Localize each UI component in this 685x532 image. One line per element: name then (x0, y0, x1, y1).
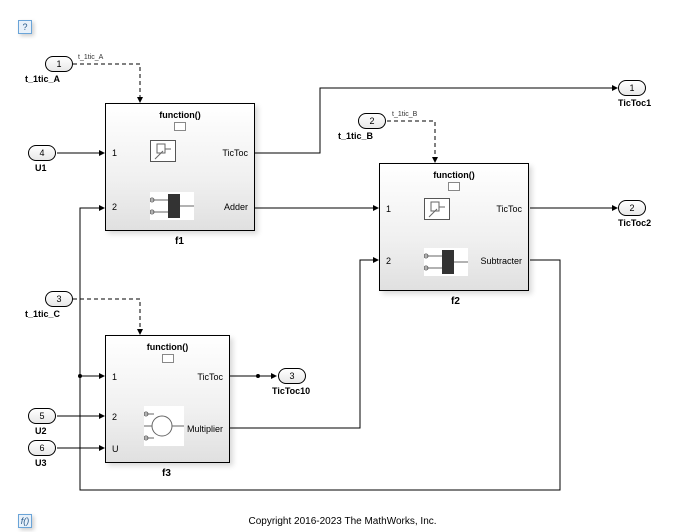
f3-mux-icon (144, 406, 184, 446)
inport-t1tic-B-tiny: t_1tic_B (392, 111, 417, 118)
subsystem-f1-name: f1 (175, 236, 184, 247)
inport-t1tic-A-tiny: t_1tic_A (78, 54, 103, 61)
f2-out2: Subtracter (480, 256, 522, 266)
f3-in1-num: 1 (112, 372, 117, 382)
inport-U1[interactable]: 4 (28, 145, 56, 161)
port-num: 4 (39, 148, 44, 158)
f1-out2: Adder (224, 202, 248, 212)
port-num: 2 (629, 203, 634, 213)
f1-bus-icon (150, 192, 194, 220)
port-num: 3 (289, 371, 294, 381)
subsystem-f2[interactable]: function() 1 2 TicToc Subtracter (379, 163, 529, 291)
f3-fn-label: function() (106, 342, 229, 352)
f2-in1-num: 1 (386, 204, 391, 214)
f1-in2-num: 2 (112, 202, 117, 212)
f3-in2-num: 2 (112, 412, 117, 422)
f2-out1: TicToc (496, 204, 522, 214)
f3-out1: TicToc (197, 372, 223, 382)
copyright-text: Copyright 2016-2023 The MathWorks, Inc. (0, 516, 685, 527)
port-num: 1 (56, 59, 61, 69)
outport-TicToc10[interactable]: 3 (278, 368, 306, 384)
inport-t1tic-B[interactable]: 2 (358, 113, 386, 129)
inport-U2-label: U2 (35, 426, 47, 436)
f1-fn-label: function() (106, 110, 254, 120)
f2-in2-num: 2 (386, 256, 391, 266)
outport-TicToc1-label: TicToc1 (618, 98, 651, 108)
subsystem-f3-name: f3 (162, 468, 171, 479)
f1-out1: TicToc (222, 148, 248, 158)
f2-fn-icon (448, 182, 460, 191)
f3-inU-num: U (112, 444, 119, 454)
f2-bus-icon (424, 248, 468, 276)
inport-t1tic-A-label: t_1tic_A (25, 74, 60, 84)
f3-out2: Multiplier (187, 424, 223, 434)
outport-TicToc10-label: TicToc10 (272, 386, 310, 396)
inport-t1tic-B-label: t_1tic_B (338, 131, 373, 141)
help-badge[interactable]: ? (18, 20, 32, 34)
subsystem-f2-name: f2 (451, 296, 460, 307)
outport-TicToc1[interactable]: 1 (618, 80, 646, 96)
inport-U1-label: U1 (35, 163, 47, 173)
inport-t1tic-C[interactable]: 3 (45, 291, 73, 307)
inport-t1tic-C-label: t_1tic_C (25, 309, 60, 319)
inport-U3-label: U3 (35, 458, 47, 468)
subsystem-f1[interactable]: function() 1 2 TicToc Adder (105, 103, 255, 231)
port-num: 3 (56, 294, 61, 304)
wire-layer (0, 0, 685, 532)
port-num: 5 (39, 411, 44, 421)
f3-fn-icon (162, 354, 174, 363)
subsystem-f3[interactable]: function() 1 2 U TicToc Multiplier (105, 335, 230, 463)
outport-TicToc2-label: TicToc2 (618, 218, 651, 228)
f2-fn-label: function() (380, 170, 528, 180)
inport-U2[interactable]: 5 (28, 408, 56, 424)
f1-delay-icon (150, 140, 176, 162)
inport-U3[interactable]: 6 (28, 440, 56, 456)
port-num: 1 (629, 83, 634, 93)
port-num: 2 (369, 116, 374, 126)
port-num: 6 (39, 443, 44, 453)
f2-delay-icon (424, 198, 450, 220)
inport-t1tic-A[interactable]: 1 (45, 56, 73, 72)
outport-TicToc2[interactable]: 2 (618, 200, 646, 216)
f1-fn-icon (174, 122, 186, 131)
f1-in1-num: 1 (112, 148, 117, 158)
